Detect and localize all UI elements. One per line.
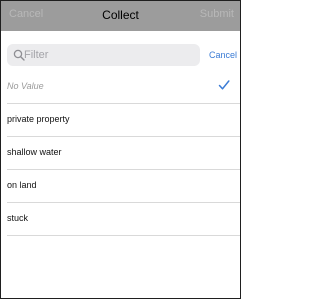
option-private-property[interactable]: private property	[7, 104, 240, 137]
app-frame: Cancel Collect Submit Cancel No Value pr…	[0, 0, 241, 299]
checkmark-icon	[218, 80, 230, 90]
option-no-value[interactable]: No Value	[7, 71, 240, 104]
option-stuck[interactable]: stuck	[7, 203, 240, 236]
navigation-bar: Cancel Collect Submit	[1, 1, 240, 31]
filter-search-bar[interactable]	[7, 44, 200, 66]
option-label: private property	[7, 114, 70, 124]
option-label: on land	[7, 180, 37, 190]
option-on-land[interactable]: on land	[7, 170, 240, 203]
option-shallow-water[interactable]: shallow water	[7, 137, 240, 170]
option-label: No Value	[7, 81, 44, 91]
submit-button[interactable]: Submit	[200, 8, 234, 20]
filter-cancel-button[interactable]: Cancel	[209, 50, 237, 60]
option-label: stuck	[7, 213, 29, 223]
filter-input[interactable]	[24, 46, 194, 64]
option-label: shallow water	[7, 147, 62, 157]
option-list: No Value private property shallow water …	[1, 71, 240, 236]
